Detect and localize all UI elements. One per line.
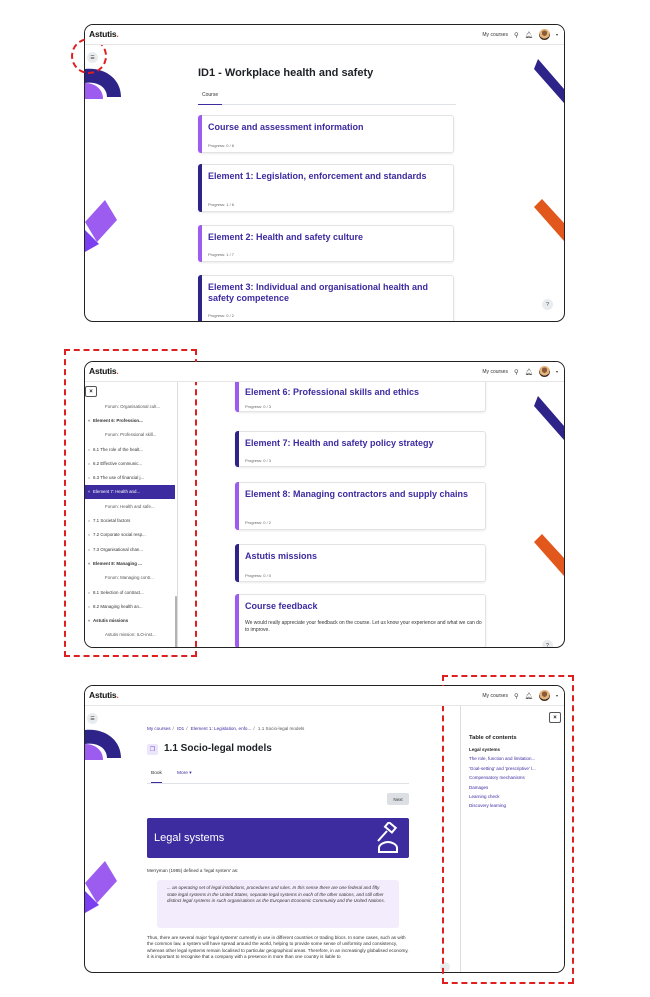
page-title: 1.1 Socio-legal models <box>164 743 272 754</box>
section-title[interactable]: Element 8: Managing contractors and supp… <box>245 489 481 500</box>
section-progress: Progress: 0 / 3 <box>245 404 272 409</box>
blockquote: ... an operating set of legal institutio… <box>157 880 399 928</box>
card-accent-bar <box>235 594 239 647</box>
section-card[interactable]: Element 8: Managing contractors and supp… <box>235 482 486 530</box>
section-progress: Progress: 0 / 2 <box>208 313 235 318</box>
card-accent-bar <box>235 431 239 467</box>
section-card[interactable]: Course feedback We would really apprecia… <box>235 594 486 647</box>
breadcrumb-link[interactable]: My courses <box>147 726 171 731</box>
card-accent-bar <box>198 225 202 262</box>
breadcrumb: My courses / ID1/ Element 1: Legislation,… <box>147 726 305 731</box>
course-tabs: Course <box>198 87 456 105</box>
tab-course[interactable]: Course <box>198 92 223 105</box>
user-avatar[interactable] <box>538 366 550 377</box>
decor-shape-arc <box>85 729 121 760</box>
section-title[interactable]: Element 7: Health and safety policy stra… <box>245 438 434 449</box>
section-progress: Progress: 0 / 2 <box>245 520 272 525</box>
section-progress: Progress: 1 / 7 <box>208 252 235 257</box>
section-card[interactable]: Element 7: Health and safety policy stra… <box>235 431 486 467</box>
chevron-down-icon[interactable]: ▾ <box>556 693 558 698</box>
card-accent-bar <box>198 275 202 321</box>
banner-title: Legal systems <box>154 832 225 844</box>
section-title[interactable]: Course feedback <box>245 601 318 612</box>
section-card[interactable]: Element 3: Individual and organisational… <box>198 275 454 321</box>
decor-stripe-navy <box>534 396 564 440</box>
section-title[interactable]: Astutis missions <box>245 551 317 562</box>
bell-icon[interactable]: 🔔︎ <box>525 692 533 700</box>
section-card[interactable]: Element 2: Health and safety culture Pro… <box>198 225 454 262</box>
course-index-toggle-button[interactable]: ☰ <box>87 713 98 724</box>
decor-shape-block <box>85 200 117 252</box>
body-paragraph: Thus, there are several major 'legal sys… <box>147 935 409 960</box>
user-avatar[interactable] <box>538 690 550 701</box>
top-navbar: Astutis. My courses ⚲ 🔔︎ ▾ <box>85 25 564 45</box>
bell-icon[interactable]: 🔔︎ <box>525 368 533 376</box>
chevron-down-icon[interactable]: ▾ <box>556 32 558 37</box>
book-icon: ❐ <box>147 744 158 755</box>
highlight-box <box>64 349 197 657</box>
my-courses-link[interactable]: My courses <box>482 369 508 375</box>
course-page-frame: Astutis. My courses ⚲ 🔔︎ ▾ ☰ ID1 - Workp… <box>84 24 565 322</box>
chevron-down-icon[interactable]: ▾ <box>556 369 558 374</box>
section-title[interactable]: Element 6: Professional skills and ethic… <box>245 387 419 398</box>
bell-icon[interactable]: 🔔︎ <box>525 31 533 39</box>
tab-book[interactable]: Book <box>151 771 162 783</box>
gavel-icon <box>377 822 398 853</box>
breadcrumb-link[interactable]: Element 1: Legislation, enfo... <box>191 726 252 731</box>
highlight-box <box>442 675 574 984</box>
section-title[interactable]: Element 2: Health and safety culture <box>208 232 363 243</box>
card-accent-bar <box>235 544 239 582</box>
intro-paragraph: Merryman (1985) defined a 'legal system'… <box>147 868 239 873</box>
decor-stripe-navy <box>534 59 564 103</box>
card-accent-bar <box>235 482 239 530</box>
section-description: We would really appreciate your feedback… <box>245 620 482 633</box>
search-icon[interactable]: ⚲ <box>514 31 519 39</box>
section-title[interactable]: Course and assessment information <box>208 122 364 133</box>
my-courses-link[interactable]: My courses <box>482 693 508 699</box>
tab-more[interactable]: More ▾ <box>177 771 192 776</box>
search-icon[interactable]: ⚲ <box>514 692 519 700</box>
search-icon[interactable]: ⚲ <box>514 368 519 376</box>
card-accent-bar <box>198 115 202 153</box>
decor-stripe-orange <box>534 199 564 241</box>
decor-shape-block <box>85 861 117 913</box>
section-progress: Progress: 1 / 6 <box>208 202 235 207</box>
top-navbar: Astutis. My courses ⚲ 🔔︎ ▾ <box>85 362 564 382</box>
section-card[interactable]: Element 1: Legislation, enforcement and … <box>198 164 454 212</box>
breadcrumb-current: 1.1 Socio-legal models <box>257 726 305 731</box>
top-navbar: Astutis. My courses ⚲ 🔔︎ ▾ <box>85 686 564 706</box>
breadcrumb-link[interactable]: ID1 <box>177 726 184 731</box>
astutis-logo[interactable]: Astutis. <box>89 29 119 39</box>
user-avatar[interactable] <box>538 29 550 40</box>
section-progress: Progress: 0 / 0 <box>245 573 272 578</box>
section-progress: Progress: 0 / 6 <box>208 143 235 148</box>
section-card[interactable]: Course and assessment information Progre… <box>198 115 454 153</box>
section-progress: Progress: 0 / 3 <box>245 458 272 463</box>
help-button[interactable]: ? <box>542 299 553 310</box>
help-button[interactable]: ? <box>542 640 553 647</box>
card-accent-bar <box>198 164 202 212</box>
chapter-banner: Legal systems <box>147 818 409 858</box>
astutis-logo[interactable]: Astutis. <box>89 366 119 376</box>
astutis-logo[interactable]: Astutis. <box>89 690 119 700</box>
book-tabs: Book More ▾ <box>147 768 409 784</box>
section-title[interactable]: Element 1: Legislation, enforcement and … <box>208 171 428 182</box>
page-title: ID1 - Workplace health and safety <box>198 67 374 79</box>
next-button[interactable]: Next <box>387 793 409 805</box>
decor-stripe-orange <box>534 534 564 576</box>
section-card[interactable]: Astutis missions Progress: 0 / 0 <box>235 544 486 582</box>
section-title[interactable]: Element 3: Individual and organisational… <box>208 282 444 304</box>
my-courses-link[interactable]: My courses <box>482 32 508 38</box>
